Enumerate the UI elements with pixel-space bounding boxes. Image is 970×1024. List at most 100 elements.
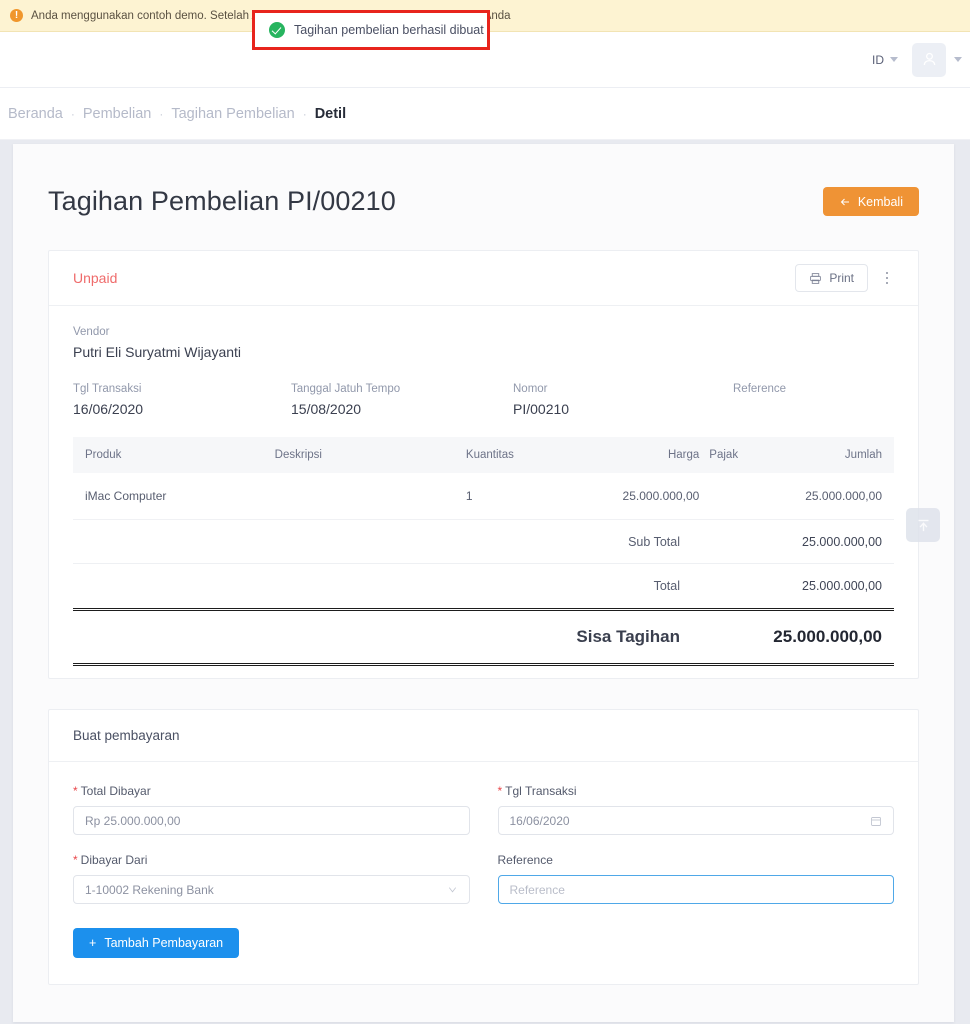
- column-header-produk: Produk: [73, 437, 275, 473]
- field-reference: Reference Reference: [497, 853, 895, 904]
- status-badge: Unpaid: [73, 270, 118, 286]
- total-row-total: Total 25.000.000,00: [73, 564, 894, 608]
- invoice-actions: Print: [795, 264, 900, 292]
- field-dibayar-dari: * Dibayar Dari 1-10002 Rekening Bank: [73, 853, 470, 904]
- total-label: Total: [653, 579, 680, 593]
- label-text: Total Dibayar: [80, 784, 151, 798]
- back-button-label: Kembali: [857, 194, 903, 209]
- line-items-table: Produk Deskripsi Kuantitas Harga Pajak J…: [73, 437, 894, 520]
- back-button[interactable]: Kembali: [822, 187, 919, 216]
- field-label-tgl-transaksi: * Tgl Transaksi: [498, 784, 895, 798]
- field-tgl-transaksi: * Tgl Transaksi 16/06/2020: [497, 784, 895, 835]
- toast-message: Tagihan pembelian berhasil dibuat: [294, 23, 484, 37]
- breadcrumb-item-tagihan-pembelian[interactable]: Tagihan Pembelian: [171, 106, 294, 122]
- table-row: iMac Computer 1 25.000.000,00 25.000.000…: [73, 473, 894, 520]
- totals-section: Sub Total 25.000.000,00 Total 25.000.000…: [73, 520, 894, 678]
- breadcrumb-item-pembelian[interactable]: Pembelian: [83, 106, 152, 122]
- total-dibayar-input[interactable]: Rp 25.000.000,00: [73, 806, 470, 835]
- invoice-status-bar: Unpaid Print: [49, 251, 918, 306]
- breadcrumb-item-detil: Detil: [314, 105, 347, 122]
- meta-tanggal-jatuh-tempo: Tanggal Jatuh Tempo 15/08/2020: [291, 383, 513, 417]
- total-row-sub-total: Sub Total 25.000.000,00: [73, 520, 894, 564]
- plus-icon: +: [89, 936, 97, 950]
- reference-placeholder: Reference: [509, 882, 565, 897]
- breadcrumb-item-beranda[interactable]: Beranda: [8, 106, 63, 122]
- meta-label: Nomor: [513, 383, 548, 395]
- required-asterisk: *: [73, 784, 78, 798]
- vendor-block: Vendor Putri Eli Suryatmi Wijayanti: [73, 326, 894, 360]
- field-label-reference: Reference: [498, 853, 895, 867]
- field-total-dibayar: * Total Dibayar Rp 25.000.000,00: [73, 784, 470, 835]
- grand-total-label: Sisa Tagihan: [576, 627, 680, 646]
- column-header-deskripsi: Deskripsi: [274, 437, 466, 473]
- add-payment-label: Tambah Pembayaran: [104, 936, 224, 950]
- payment-card-title: Buat pembayaran: [49, 710, 918, 762]
- language-selector[interactable]: ID: [872, 53, 898, 67]
- vendor-label: Vendor: [73, 326, 110, 338]
- invoice-card: Unpaid Print Vendor Putri Eli Suryatmi W…: [48, 250, 919, 679]
- meta-value: 16/06/2020: [73, 401, 144, 417]
- page-title: Tagihan Pembelian PI/00210: [48, 186, 396, 216]
- required-asterisk: *: [497, 784, 503, 798]
- table-header-row: Produk Deskripsi Kuantitas Harga Pajak J…: [73, 437, 894, 473]
- page-header: Tagihan Pembelian PI/00210 Kembali: [13, 144, 954, 217]
- scroll-to-top-icon: [918, 519, 928, 531]
- meta-label: Tgl Transaksi: [73, 383, 142, 395]
- account-menu-chevron-icon[interactable]: [954, 57, 962, 62]
- invoice-body: Vendor Putri Eli Suryatmi Wijayanti Tgl …: [49, 306, 918, 678]
- cell-jumlah: 25.000.000,00: [805, 473, 894, 520]
- label-text: Dibayar Dari: [80, 853, 148, 867]
- required-asterisk: *: [73, 853, 78, 867]
- print-button-label: Print: [829, 271, 854, 285]
- meta-label: Reference: [733, 383, 787, 395]
- column-header-kuantitas: Kuantitas: [465, 437, 582, 473]
- payment-form-row-2: * Dibayar Dari 1-10002 Rekening Bank Refe…: [73, 853, 894, 904]
- kebab-menu-icon[interactable]: [874, 264, 900, 292]
- language-label: ID: [872, 52, 884, 67]
- success-toast: Tagihan pembelian berhasil dibuat: [252, 10, 490, 50]
- page-content-card: Tagihan Pembelian PI/00210 Kembali Unpai…: [13, 144, 954, 1022]
- meta-reference: Reference: [733, 383, 786, 417]
- breadcrumb-separator: ·: [159, 106, 164, 121]
- total-value: 25.000.000,00: [802, 534, 882, 549]
- calendar-icon[interactable]: [870, 815, 882, 827]
- arrow-left-icon: [840, 198, 849, 205]
- chevron-down-icon: [448, 887, 456, 893]
- total-label: Sub Total: [628, 534, 680, 549]
- cell-pajak: [699, 473, 806, 520]
- success-check-icon: [269, 22, 285, 38]
- cell-deskripsi: [274, 473, 466, 520]
- scroll-to-top-button[interactable]: [906, 508, 940, 542]
- dibayar-dari-select[interactable]: 1-10002 Rekening Bank: [73, 875, 470, 904]
- reference-input[interactable]: Reference: [497, 875, 894, 904]
- warning-icon: !: [10, 9, 23, 22]
- cell-kuantitas: 1: [465, 473, 582, 520]
- print-button[interactable]: Print: [795, 264, 868, 292]
- printer-icon: [810, 272, 822, 284]
- tgl-transaksi-input[interactable]: 16/06/2020: [497, 806, 894, 835]
- meta-value: PI/00210: [513, 401, 570, 417]
- field-label-dibayar-dari: * Dibayar Dari: [73, 853, 470, 867]
- meta-value: 15/08/2020: [291, 401, 362, 417]
- field-label-total-dibayar: * Total Dibayar: [73, 784, 470, 798]
- user-avatar-icon: [923, 52, 935, 66]
- column-header-pajak: Pajak: [699, 437, 806, 473]
- vendor-value: Putri Eli Suryatmi Wijayanti: [73, 344, 242, 360]
- invoice-meta-row: Tgl Transaksi 16/06/2020 Tanggal Jatuh T…: [73, 383, 894, 417]
- meta-nomor: Nomor PI/00210: [513, 383, 733, 417]
- tgl-transaksi-value: 16/06/2020: [509, 813, 570, 828]
- payment-card: Buat pembayaran * Total Dibayar Rp 25.000…: [48, 709, 919, 985]
- chevron-down-icon: [890, 57, 898, 62]
- breadcrumb-separator: ·: [302, 106, 307, 121]
- payment-form: * Total Dibayar Rp 25.000.000,00 * Tgl Tra…: [49, 762, 918, 984]
- breadcrumb-separator: ·: [70, 106, 75, 121]
- dibayar-dari-value: 1-10002 Rekening Bank: [85, 882, 214, 897]
- add-payment-button[interactable]: + Tambah Pembayaran: [73, 928, 240, 958]
- total-row-sisa-tagihan: Sisa Tagihan 25.000.000,00: [73, 608, 894, 666]
- payment-form-row-1: * Total Dibayar Rp 25.000.000,00 * Tgl Tra…: [73, 784, 894, 835]
- avatar[interactable]: [912, 42, 946, 77]
- meta-label: Tanggal Jatuh Tempo: [291, 383, 401, 395]
- column-header-jumlah: Jumlah: [805, 437, 894, 473]
- total-value: 25.000.000,00: [802, 579, 882, 593]
- label-text: Tgl Transaksi: [505, 784, 577, 798]
